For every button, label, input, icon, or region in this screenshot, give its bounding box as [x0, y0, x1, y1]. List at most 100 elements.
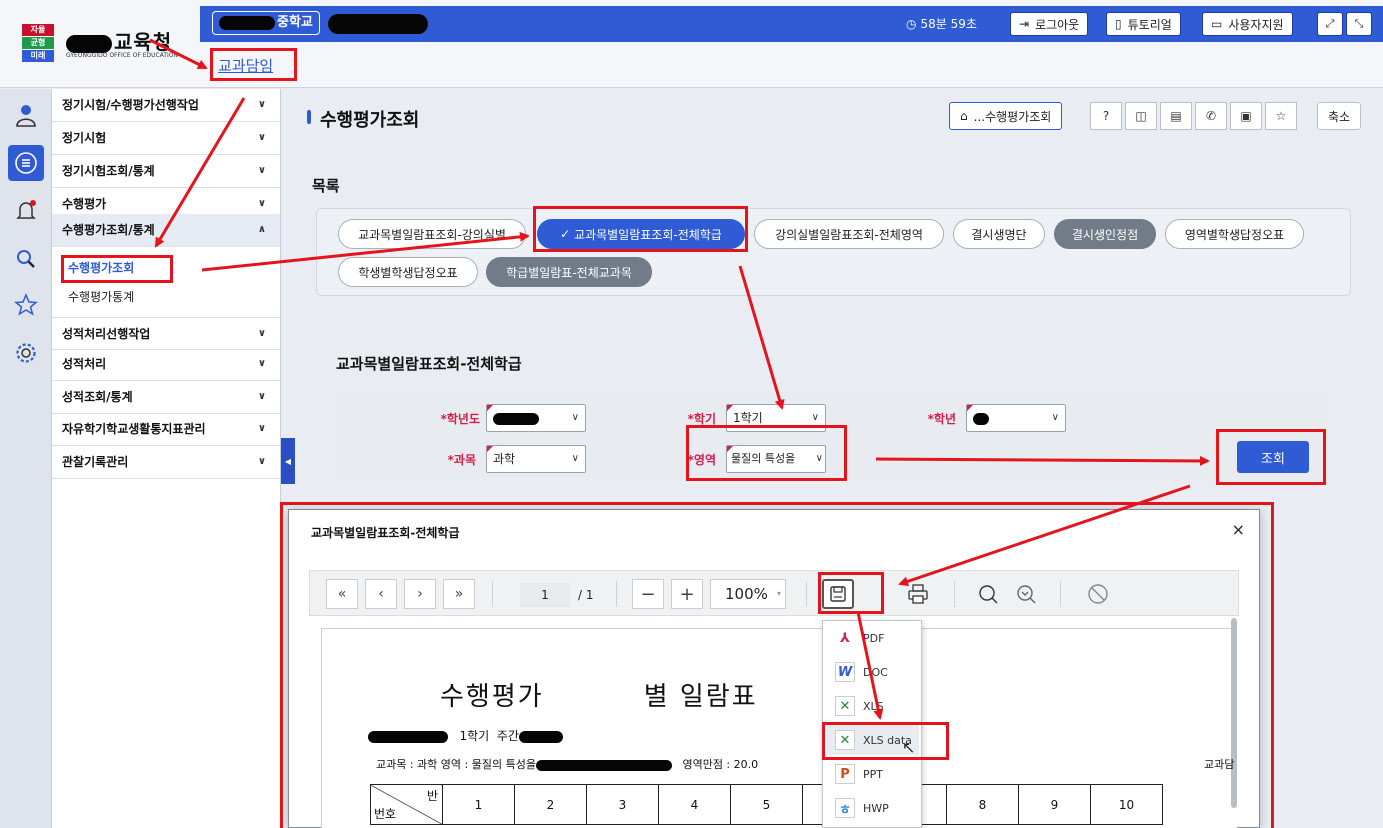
sidebar-item-performance-stats[interactable]: 수행평가조회/통계 ∧ — [52, 214, 280, 247]
zoom-value: 100% — [725, 585, 768, 603]
header-number: 번호 — [374, 807, 397, 821]
subject-select[interactable]: 과학 ∨ — [486, 445, 586, 473]
table-header-cell: 5 — [730, 784, 803, 825]
star-icon[interactable] — [8, 287, 44, 323]
logout-icon: ⇥ — [1019, 17, 1030, 31]
tab-student-answer-sheet[interactable]: 학생별학생답정오표 — [338, 257, 478, 287]
save-ppt-item[interactable]: P PPT — [827, 759, 919, 789]
stop-icon[interactable] — [1082, 579, 1114, 609]
report-subject-line: 교과목 : 과학 영역 : 물질의 특성을 영역만점 : 20.0 — [376, 756, 758, 772]
sidebar-subitem-performance-stats[interactable]: 수행평가통계 — [68, 288, 134, 305]
next-page-icon[interactable]: › — [404, 579, 436, 609]
report-subject-text: 교과목 : 과학 영역 : 물질의 특성을 — [376, 758, 536, 771]
area-select[interactable]: 물질의 특성을 ∨ — [726, 445, 826, 473]
sidebar-item-free-semester[interactable]: 자유학기학교생활통지표관리 ∨ — [52, 413, 280, 446]
save-icon[interactable] — [822, 579, 854, 609]
zoom-out-icon[interactable]: − — [632, 579, 664, 609]
sidebar-subitem-performance-search[interactable]: 수행평가조회 — [68, 259, 134, 276]
clock-icon: ◷ — [906, 17, 917, 31]
sidebar-item-observation[interactable]: 관찰기록관리 ∨ — [52, 446, 280, 479]
save-doc-item[interactable]: W DOC — [827, 657, 919, 687]
close-icon[interactable]: × — [1232, 520, 1245, 539]
grade-label: *학년 — [927, 412, 956, 426]
chevron-down-icon: ∨ — [811, 412, 819, 423]
sidebar-item-exam-prework[interactable]: 정기시험/수행평가선행작업 ∨ — [52, 89, 280, 122]
document-icon[interactable]: ▤ — [1160, 102, 1192, 130]
excel-icon: ✕ — [835, 696, 855, 716]
sidebar-item-label: 성적처리 — [62, 357, 107, 371]
video-icon[interactable]: ▣ — [1230, 102, 1262, 130]
prev-page-icon[interactable]: ‹ — [365, 579, 397, 609]
phone-icon[interactable]: ✆ — [1195, 102, 1227, 130]
viewer-toolbar: « ‹ › » 1 / 1 − + 100% ▾ — [309, 570, 1239, 616]
save-pdf-item[interactable]: ⅄ PDF — [827, 623, 919, 653]
user-icon[interactable] — [8, 97, 44, 133]
last-page-icon[interactable]: » — [443, 579, 475, 609]
search-icon[interactable] — [8, 241, 44, 277]
title-accent — [307, 110, 311, 124]
table-header-corner: 반 번호 — [370, 784, 443, 825]
logout-button[interactable]: ⇥ 로그아웃 — [1010, 12, 1089, 36]
collapse-window-icon[interactable]: ⤡ — [1346, 12, 1372, 36]
report-viewer-modal: 교과목별일람표조회-전체학급 × « ‹ › » 1 / 1 − + 100% ▾ — [288, 509, 1260, 828]
semester-select[interactable]: 1학기 ∨ — [726, 404, 826, 432]
print-icon[interactable] — [902, 579, 934, 609]
list-menu-icon[interactable] — [8, 145, 44, 181]
tab-absent-list[interactable]: 결시생명단 — [953, 219, 1045, 249]
tab-subject-by-room[interactable]: 교과목별일람표조회-강의실별 — [338, 219, 526, 249]
logo-subtitle: GYEONGGIDO OFFICE OF EDUCATION — [66, 52, 178, 59]
table-header-cell: 9 — [1018, 784, 1091, 825]
report-title: 수행평가 별 일람표 — [440, 676, 758, 713]
chevron-down-icon: ∨ — [257, 99, 266, 110]
tab-subject-all-classes[interactable]: ✓ 교과목별일람표조회-전체학급 — [537, 219, 745, 249]
report-teacher-label: 교과담 — [1204, 758, 1235, 771]
redacted-school-name — [219, 16, 275, 30]
find-next-icon[interactable] — [1010, 579, 1042, 609]
redacted-grade — [973, 412, 989, 425]
sidebar-item-label: 성적처리선행작업 — [62, 327, 151, 341]
shrink-button[interactable]: 축소 — [1317, 102, 1361, 130]
chevron-down-icon: ∨ — [257, 456, 266, 467]
sidebar-collapse-handle[interactable]: ◀ — [281, 438, 295, 484]
zoom-in-icon[interactable]: + — [671, 579, 703, 609]
tab-area-answer-sheet[interactable]: 영역별학생답정오표 — [1165, 219, 1304, 249]
page-title: 수행평가조회 — [320, 110, 420, 131]
tab-class-all-subjects[interactable]: 학급별일람표-전체교과목 — [486, 257, 652, 287]
session-timer: ◷ 58분 59초 — [906, 14, 977, 34]
tab-absent-credit[interactable]: 결시생인정점 — [1054, 219, 1156, 249]
year-label: *학년도 — [440, 412, 480, 426]
logo-badge: 자율 균형 미래 — [22, 24, 56, 64]
support-label: 사용자지원 — [1228, 17, 1284, 32]
sidebar-menu: 정기시험/수행평가선행작업 ∨ 정기시험 ∨ 정기시험조회/통계 ∨ 수행평가 ∨ 수행… — [52, 89, 281, 828]
role-link[interactable]: 교과담임 — [218, 55, 273, 76]
tutorial-button[interactable]: ▯ 튜토리얼 — [1106, 12, 1181, 36]
grade-select[interactable]: ∨ — [966, 404, 1066, 432]
toolbar-divider — [492, 581, 493, 607]
school-selector[interactable]: 중학교 — [212, 11, 320, 35]
tab-room-all-areas[interactable]: 강의실별일람표조회-전체영역 — [754, 219, 944, 249]
sidebar-item-regular-exam[interactable]: 정기시험 ∨ — [52, 122, 280, 155]
sidebar-item-grade-stats[interactable]: 성적조회/통계 ∨ — [52, 381, 280, 414]
year-select[interactable]: ∨ — [486, 404, 586, 432]
gear-icon[interactable] — [8, 335, 44, 371]
sidebar-item-grade-prework[interactable]: 성적처리선행작업 ∨ — [52, 317, 280, 350]
expand-icon[interactable]: ⤢ — [1317, 12, 1343, 36]
star-icon[interactable]: ☆ — [1265, 102, 1297, 130]
chevron-down-icon: ∨ — [257, 423, 266, 434]
document-scrollbar[interactable] — [1231, 618, 1237, 808]
favorite-path-button[interactable]: ⌂ ...수행평가조회 — [949, 102, 1063, 130]
sidebar-item-exam-stats[interactable]: 정기시험조회/통계 ∨ — [52, 155, 280, 188]
help-icon[interactable]: ? — [1090, 102, 1122, 130]
search-button[interactable]: 조회 — [1237, 441, 1309, 473]
save-hwp-item[interactable]: ㅎ HWP — [827, 793, 919, 823]
zoom-select[interactable]: 100% ▾ — [710, 579, 786, 609]
page-number-input[interactable]: 1 — [520, 583, 570, 607]
logo-badge-line: 자율 — [22, 24, 54, 36]
bell-icon[interactable] — [8, 193, 44, 229]
save-xls-item[interactable]: ✕ XLS — [827, 691, 919, 721]
sidebar-item-grade-process[interactable]: 성적처리 ∨ — [52, 348, 280, 381]
support-button[interactable]: ▭ 사용자지원 — [1202, 12, 1293, 36]
find-icon[interactable] — [972, 579, 1004, 609]
chat-icon[interactable]: ◫ — [1125, 102, 1157, 130]
first-page-icon[interactable]: « — [326, 579, 358, 609]
